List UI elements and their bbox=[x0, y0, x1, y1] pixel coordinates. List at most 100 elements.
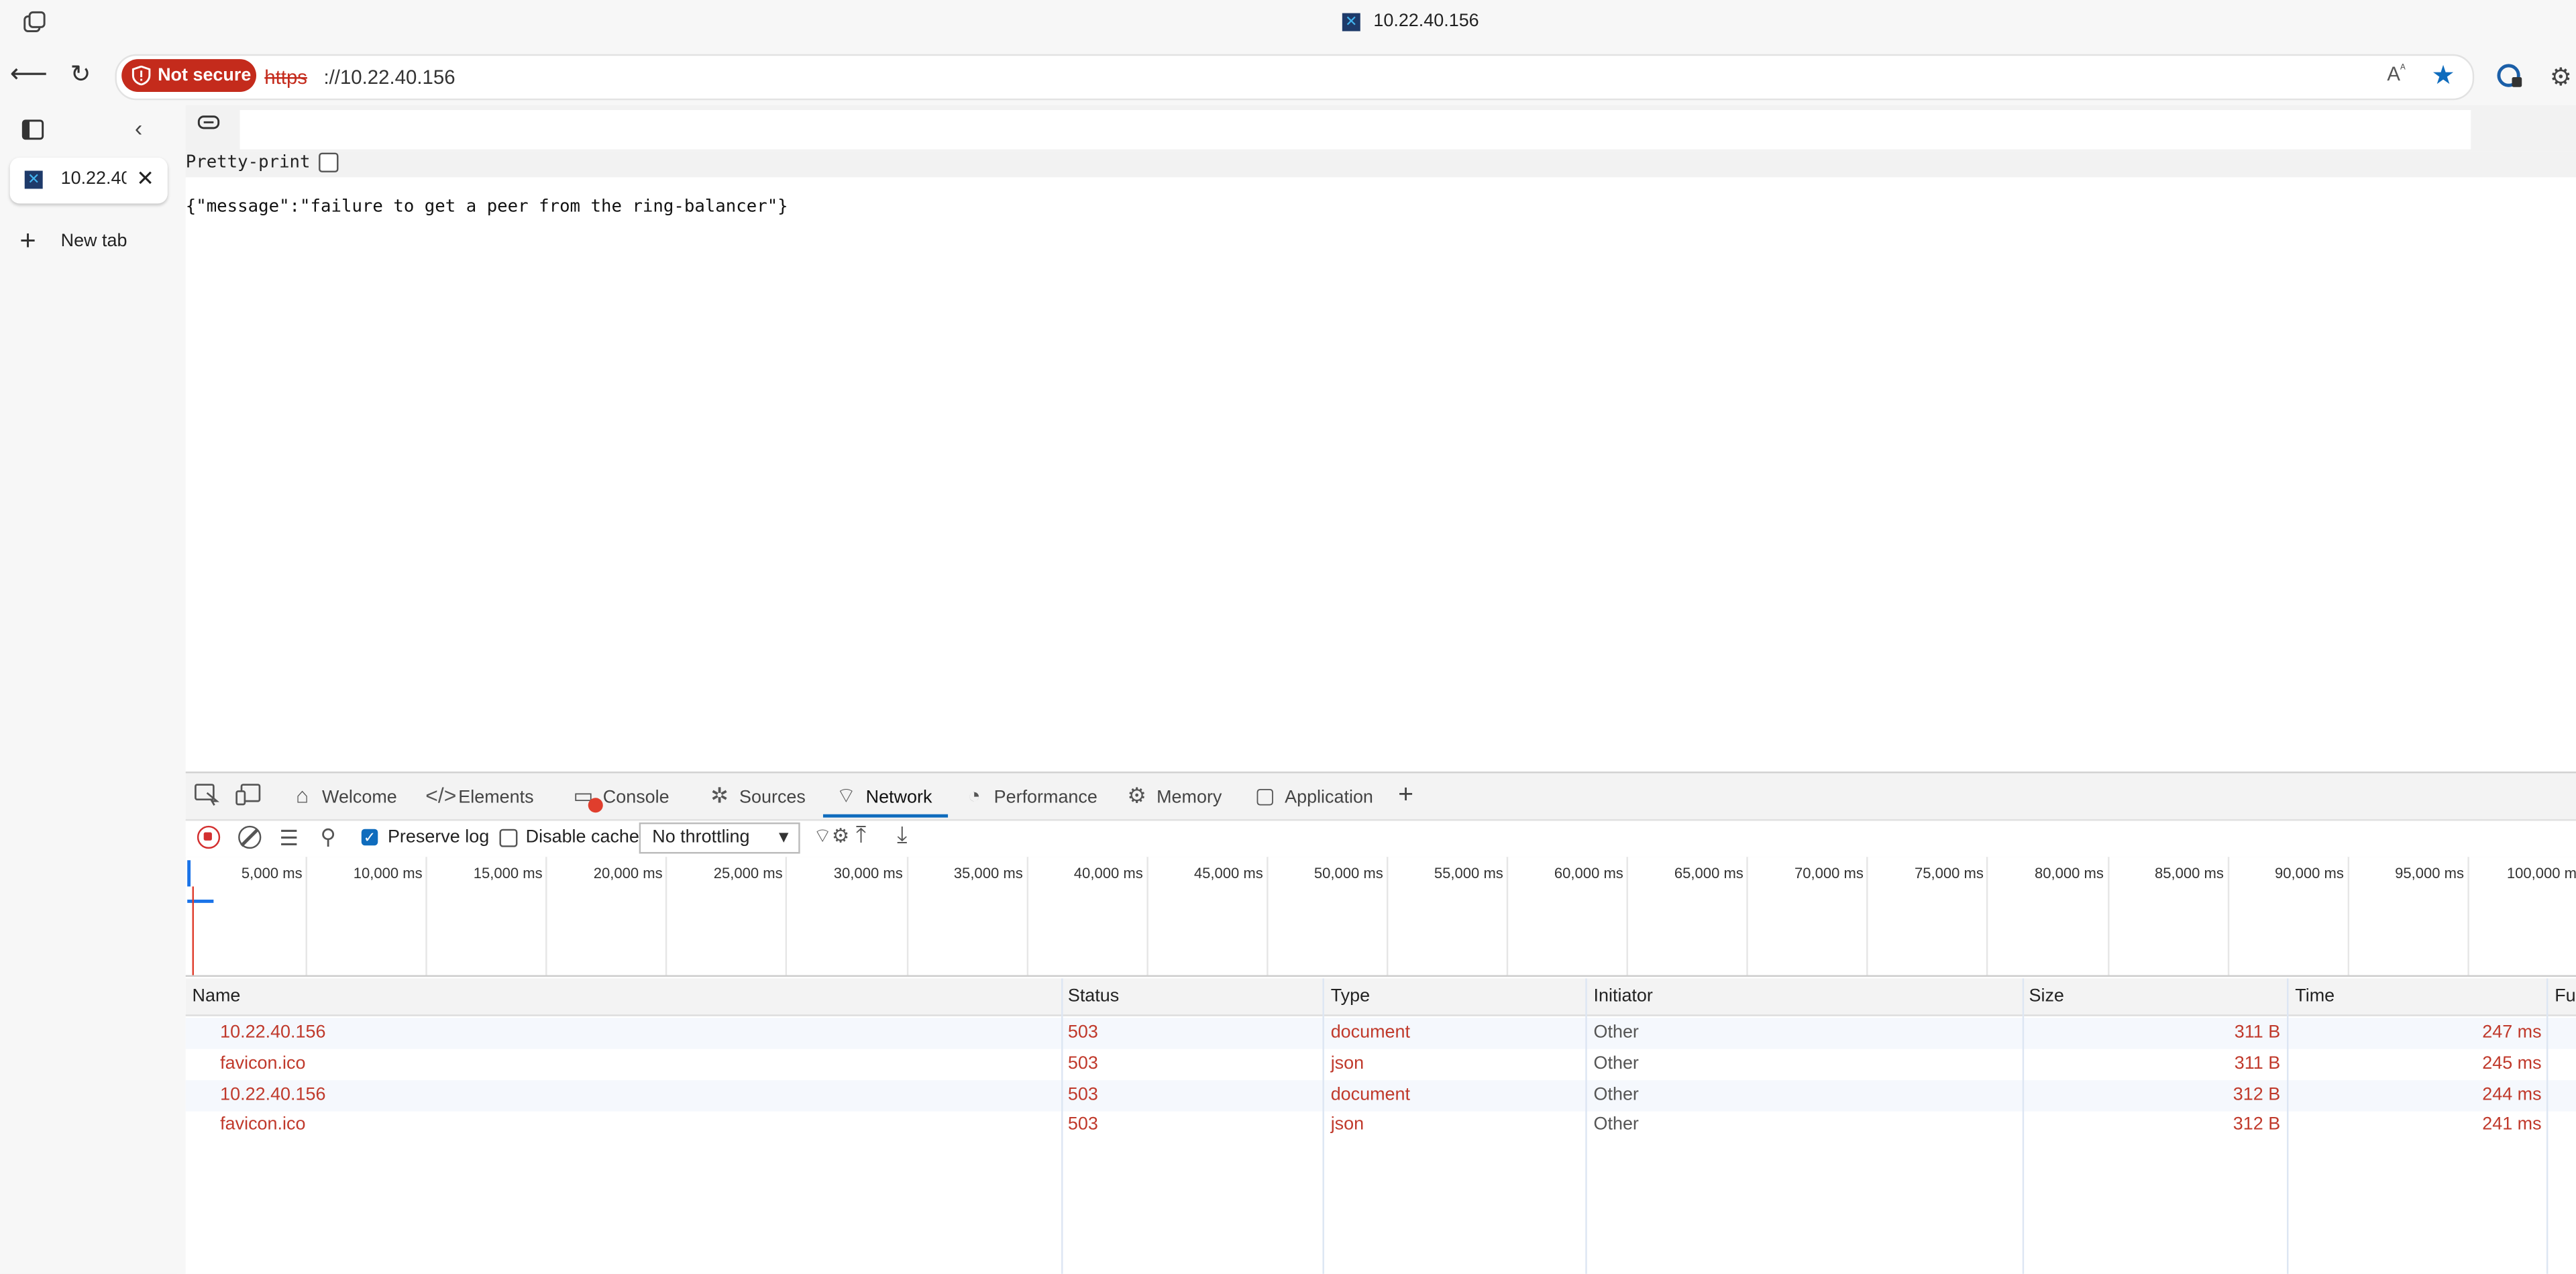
tab-elements-label: Elements bbox=[458, 788, 534, 808]
tab-welcome[interactable]: ⌂ Welcome bbox=[289, 774, 397, 820]
column-divider[interactable] bbox=[2022, 978, 2025, 1274]
window-title: 10.22.40.156 bbox=[1373, 11, 1479, 32]
throttling-select[interactable]: No throttling ▼ bbox=[639, 822, 800, 854]
requests-table-header bbox=[185, 978, 2576, 1016]
timeline-tick-label: 70,000 ms bbox=[1794, 865, 1864, 882]
clear-icon[interactable] bbox=[238, 825, 262, 849]
new-tab-button[interactable]: New tab bbox=[61, 231, 127, 251]
tab-memory-label: Memory bbox=[1157, 788, 1222, 808]
back-button[interactable]: ⟵ bbox=[10, 58, 48, 94]
url-protocol[interactable]: https bbox=[264, 66, 307, 89]
timeline-tick-label: 10,000 ms bbox=[353, 865, 423, 882]
window-icon: ▢ bbox=[1254, 783, 1275, 808]
not-secure-badge[interactable]: Not secure bbox=[121, 59, 257, 93]
tab-network[interactable]: ⌔ Network bbox=[833, 774, 932, 820]
timeline-tick-label: 45,000 ms bbox=[1193, 865, 1263, 882]
pretty-print-checkbox[interactable] bbox=[319, 152, 339, 172]
tab-performance[interactable]: ◔ Performance bbox=[961, 774, 1097, 820]
tab-memory[interactable]: ⚙ Memory bbox=[1124, 774, 1222, 820]
tab-network-label: Network bbox=[865, 788, 932, 808]
url-text[interactable]: ://10.22.40.156 bbox=[323, 66, 455, 89]
favorite-star-icon[interactable]: ★ bbox=[2432, 59, 2455, 92]
request-size: 312 B bbox=[2233, 1115, 2281, 1135]
sidebar-panel-icon[interactable] bbox=[21, 118, 44, 141]
inspect-element-icon[interactable] bbox=[194, 783, 220, 806]
request-initiator: Other bbox=[1593, 1115, 1639, 1135]
timeline-tick-label: 80,000 ms bbox=[2035, 865, 2104, 882]
device-emulation-icon[interactable] bbox=[235, 783, 261, 806]
column-header-type[interactable]: Type bbox=[1331, 987, 1370, 1006]
tab-application[interactable]: ▢ Application bbox=[1252, 774, 1373, 820]
extensions-icon[interactable]: ⚙ bbox=[2550, 62, 2572, 92]
disable-cache-checkbox[interactable] bbox=[499, 829, 518, 847]
tab-elements[interactable]: </> Elements bbox=[425, 774, 533, 820]
request-initiator: Other bbox=[1593, 1022, 1639, 1043]
column-divider[interactable] bbox=[2287, 978, 2289, 1274]
column-divider[interactable] bbox=[1585, 978, 1587, 1274]
dropdown-arrow-icon: ▼ bbox=[775, 829, 792, 847]
request-size: 312 B bbox=[2233, 1084, 2281, 1104]
add-panel-plus-icon[interactable]: + bbox=[1398, 774, 1413, 820]
network-conditions-icon[interactable]: ⌔⚙ bbox=[813, 824, 849, 849]
column-header-status[interactable]: Status bbox=[1068, 987, 1119, 1006]
page-input-field[interactable] bbox=[239, 109, 2471, 150]
request-name[interactable]: favicon.ico bbox=[220, 1053, 305, 1073]
import-har-icon[interactable]: ⤒ bbox=[856, 821, 866, 849]
read-aloud-icon[interactable]: Aᴬ bbox=[2387, 62, 2405, 85]
request-type: document bbox=[1330, 1022, 1411, 1043]
request-status: 503 bbox=[1067, 1084, 1098, 1104]
request-size: 311 B bbox=[2234, 1053, 2281, 1073]
plus-icon[interactable]: + bbox=[19, 225, 36, 258]
request-size: 311 B bbox=[2234, 1022, 2281, 1043]
request-name[interactable]: favicon.ico bbox=[220, 1115, 305, 1134]
request-initiator: Other bbox=[1593, 1084, 1639, 1104]
request-initiator: Other bbox=[1593, 1053, 1639, 1073]
preserve-log-label[interactable]: Preserve log bbox=[388, 827, 489, 847]
column-header-initiator[interactable]: Initiator bbox=[1594, 987, 1653, 1006]
profile-icon[interactable] bbox=[2497, 62, 2523, 89]
gauge-icon: ◔ bbox=[967, 783, 981, 808]
tab-favicon-icon: ✕ bbox=[24, 170, 43, 189]
pretty-print-label: Pretty-print bbox=[185, 152, 311, 172]
bug-icon: ✲ bbox=[710, 783, 729, 808]
pretty-print-bar bbox=[185, 151, 2576, 178]
collapse-sidebar-icon[interactable]: ‹ bbox=[135, 115, 142, 141]
export-har-icon[interactable]: ⤓ bbox=[897, 821, 907, 849]
search-icon[interactable]: ⚲ bbox=[321, 824, 336, 850]
page-info-icon[interactable] bbox=[195, 111, 221, 134]
refresh-button[interactable]: ↻ bbox=[62, 58, 99, 94]
devtools-tab-bar bbox=[185, 773, 2576, 821]
timeline-tick-label: 85,000 ms bbox=[2155, 865, 2224, 882]
column-header-name[interactable]: Name bbox=[193, 987, 241, 1006]
tab-title: 10.22.40.156 bbox=[60, 169, 127, 189]
request-type: json bbox=[1330, 1053, 1364, 1073]
timeline-tick-label: 65,000 ms bbox=[1674, 865, 1743, 882]
column-divider[interactable] bbox=[1322, 978, 1324, 1274]
tab-sources[interactable]: ✲ Sources bbox=[706, 774, 806, 820]
throttling-value: No throttling bbox=[652, 827, 750, 847]
active-tab-indicator bbox=[822, 814, 949, 818]
stop-recording-icon[interactable] bbox=[197, 825, 221, 849]
tab-active[interactable]: ✕ 10.22.40.156 ✕ bbox=[9, 157, 168, 204]
dom-content-loaded-marker bbox=[187, 860, 191, 887]
request-name[interactable]: 10.22.40.156 bbox=[220, 1084, 325, 1104]
tab-close-icon[interactable]: ✕ bbox=[136, 166, 154, 192]
address-bar[interactable] bbox=[115, 54, 2475, 101]
timeline-tick-label: 75,000 ms bbox=[1914, 865, 1984, 882]
chip-icon: ⚙ bbox=[1127, 783, 1146, 808]
tab-console[interactable]: ▭ Console bbox=[570, 774, 669, 820]
column-header-size[interactable]: Size bbox=[2029, 987, 2064, 1006]
column-divider[interactable] bbox=[2546, 978, 2548, 1274]
console-icon: ▭ bbox=[573, 783, 594, 808]
filter-icon[interactable]: ☰ bbox=[279, 826, 299, 852]
column-header-fulfilled-by[interactable]: Fu bbox=[2555, 987, 2575, 1006]
timeline-tick-label: 30,000 ms bbox=[833, 865, 903, 882]
column-header-time[interactable]: Time bbox=[2295, 987, 2334, 1006]
tab-actions-menu-icon[interactable] bbox=[21, 10, 48, 36]
preserve-log-checkbox[interactable]: ✓ bbox=[361, 829, 378, 846]
timeline-tick-label: 55,000 ms bbox=[1434, 865, 1503, 882]
disable-cache-label[interactable]: Disable cache bbox=[526, 827, 639, 847]
request-name[interactable]: 10.22.40.156 bbox=[220, 1022, 325, 1042]
column-divider[interactable] bbox=[1061, 978, 1063, 1274]
timeline-tick-label: 35,000 ms bbox=[953, 865, 1023, 882]
